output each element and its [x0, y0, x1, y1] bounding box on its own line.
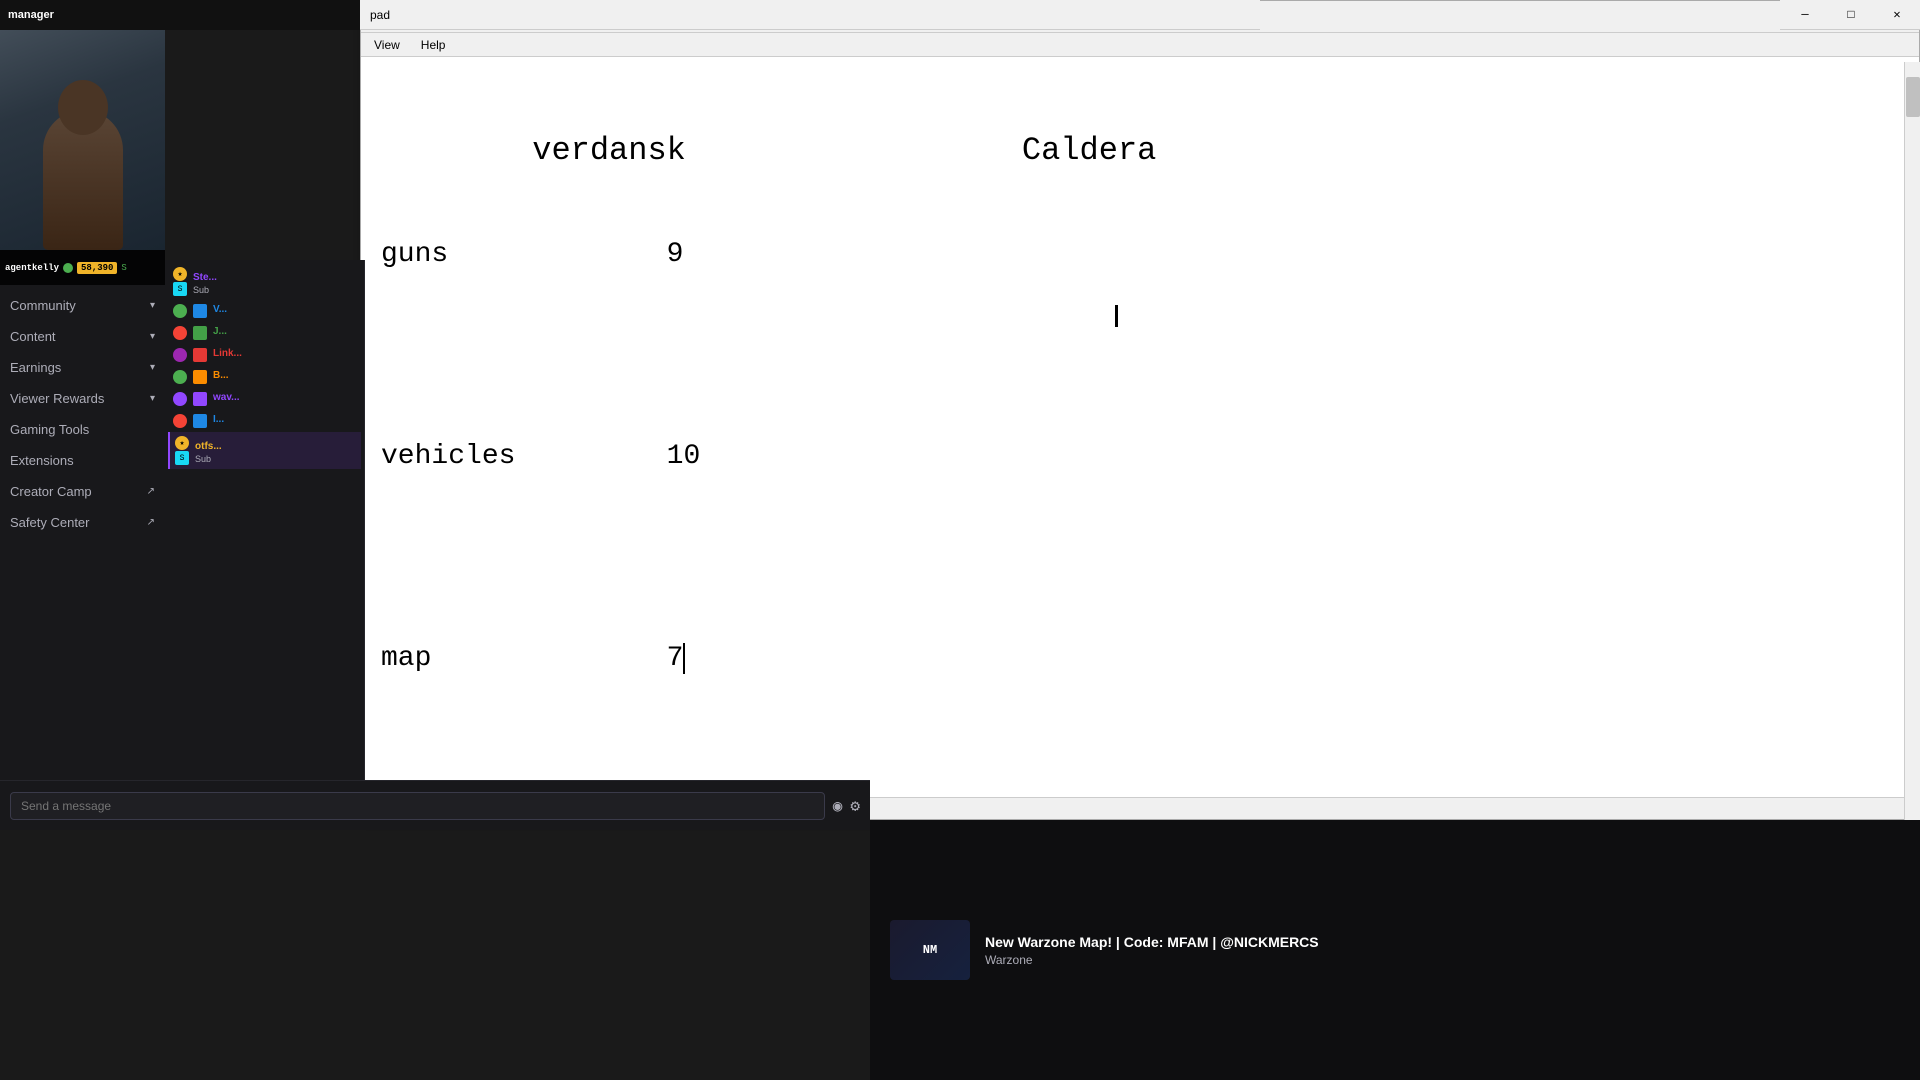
- chat-messages: ★ S Ste... Sub V... J... Link...: [165, 260, 364, 472]
- chevron-down-icon: ▾: [150, 362, 155, 373]
- col1-header: verdansk: [532, 132, 686, 169]
- map-value: 7: [667, 643, 684, 674]
- vehicles-label: vehicles: [381, 441, 515, 472]
- chat-username: Ste...: [193, 272, 217, 283]
- emoji-icon[interactable]: ◉: [833, 796, 843, 816]
- earnings-label: Earnings: [10, 360, 61, 375]
- stream-details: New Warzone Map! | Code: MFAM | @NICKMER…: [985, 934, 1319, 967]
- chat-panel: ★ S Ste... Sub V... J... Link...: [165, 260, 365, 820]
- sub-label: Sub: [195, 454, 222, 464]
- sidebar-gaming-tools[interactable]: Gaming Tools: [0, 414, 165, 445]
- header-row: verdansk Caldera: [381, 137, 1156, 168]
- extensions-label: Extensions: [10, 453, 74, 468]
- menu-help[interactable]: Help: [413, 36, 454, 54]
- window-controls-bar: ─ □ ✕: [1780, 0, 1920, 30]
- chevron-down-icon: ▾: [150, 393, 155, 404]
- stream-category: Warzone: [985, 953, 1319, 967]
- chat-input-bar: ◉ ⚙: [0, 780, 870, 830]
- content-label: Content: [10, 329, 56, 344]
- external-link-icon: ↗: [147, 486, 155, 497]
- chat-username: Link...: [213, 348, 242, 359]
- webcam-background: [0, 0, 165, 250]
- map-label: map: [381, 643, 431, 674]
- partial-titlebar: pad: [360, 0, 1260, 30]
- chat-message: J...: [168, 322, 361, 344]
- sub-label: Sub: [193, 285, 217, 295]
- chat-message: B...: [168, 366, 361, 388]
- chevron-down-icon: ▾: [150, 331, 155, 342]
- twitch-sidebar: agentkelly 58,390 S Community ▾ Content …: [0, 0, 165, 820]
- viewer-rewards-label: Viewer Rewards: [10, 391, 104, 406]
- chat-message-highlighted: ★ S otfs... Sub: [168, 432, 361, 469]
- notepad-window: Untitled - Notepad ─ □ ✕ View Help verda…: [360, 0, 1920, 820]
- thumbnail-label: NM: [923, 943, 937, 957]
- person-silhouette: [43, 110, 123, 250]
- sidebar-safety-center[interactable]: Safety Center ↗: [0, 507, 165, 538]
- player-username: agentkelly: [5, 263, 59, 273]
- chat-username: otfs...: [195, 441, 222, 452]
- safety-center-label: Safety Center: [10, 515, 90, 530]
- stream-thumbnail: NM: [890, 920, 970, 980]
- chat-message: I...: [168, 410, 361, 432]
- sidebar-content[interactable]: Content ▾: [0, 321, 165, 352]
- external-link-icon: ↗: [147, 517, 155, 528]
- app-label: manager: [8, 9, 54, 21]
- guns-row: guns 9: [381, 239, 683, 270]
- scrollbar-thumb[interactable]: [1906, 77, 1920, 117]
- sidebar-extensions[interactable]: Extensions: [0, 445, 165, 476]
- window-title-partial: pad: [370, 8, 390, 22]
- s-indicator: S: [121, 263, 126, 273]
- vehicles-value: 10: [667, 441, 701, 472]
- scrollbar-track[interactable]: [1904, 62, 1920, 820]
- chat-message: Link...: [168, 344, 361, 366]
- chat-message: V...: [168, 300, 361, 322]
- col2-header: Caldera: [1022, 132, 1156, 169]
- game-topbar: manager: [0, 0, 360, 30]
- chat-username: wav...: [213, 392, 240, 403]
- menu-view[interactable]: View: [366, 36, 408, 54]
- gaming-tools-label: Gaming Tools: [10, 422, 89, 437]
- webcam-area: [0, 0, 165, 250]
- community-label: Community: [10, 298, 76, 313]
- chat-username: I...: [213, 414, 224, 425]
- guns-label: guns: [381, 239, 448, 270]
- chat-input[interactable]: [10, 792, 825, 820]
- maximize-button[interactable]: □: [1828, 0, 1874, 30]
- game-hud-bar: agentkelly 58,390 S: [0, 250, 165, 285]
- sidebar-viewer-rewards[interactable]: Viewer Rewards ▾: [0, 383, 165, 414]
- chat-username: B...: [213, 370, 229, 381]
- sidebar-navigation: Community ▾ Content ▾ Earnings ▾ Viewer …: [0, 285, 165, 543]
- stream-info-bar: NM New Warzone Map! | Code: MFAM | @NICK…: [870, 820, 1920, 1080]
- chat-username: J...: [213, 326, 227, 337]
- guns-value: 9: [667, 239, 684, 270]
- person-area: [0, 0, 165, 250]
- creator-camp-label: Creator Camp: [10, 484, 92, 499]
- sidebar-community[interactable]: Community ▾: [0, 290, 165, 321]
- vehicles-row: vehicles 10: [381, 441, 700, 472]
- text-cursor: [683, 643, 685, 674]
- settings-icon[interactable]: ⚙: [850, 796, 860, 816]
- chevron-down-icon: ▾: [150, 300, 155, 311]
- coins-amount: 58,390: [77, 262, 117, 274]
- online-dot: [63, 263, 73, 273]
- notepad-menubar: View Help: [361, 33, 1919, 57]
- close-button[interactable]: ✕: [1874, 0, 1920, 30]
- minimize-button[interactable]: ─: [1782, 0, 1828, 30]
- sidebar-earnings[interactable]: Earnings ▾: [0, 352, 165, 383]
- person-head: [58, 80, 108, 135]
- stream-title: New Warzone Map! | Code: MFAM | @NICKMER…: [985, 934, 1319, 950]
- notepad-content[interactable]: verdansk Caldera guns 9 vehicles 10 map …: [361, 57, 1919, 797]
- chat-message: ★ S Ste... Sub: [168, 263, 361, 300]
- map-row: map 7: [381, 643, 685, 674]
- sidebar-creator-camp[interactable]: Creator Camp ↗: [0, 476, 165, 507]
- chat-message: wav...: [168, 388, 361, 410]
- chat-username: V...: [213, 304, 227, 315]
